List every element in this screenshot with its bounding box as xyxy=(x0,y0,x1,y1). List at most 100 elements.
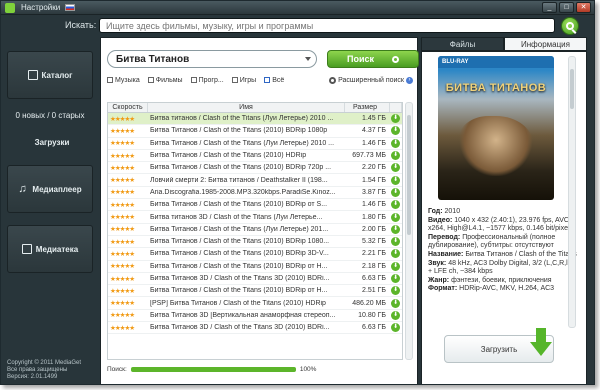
info-key: Жанр: xyxy=(428,276,450,284)
column-name[interactable]: Имя xyxy=(148,103,345,112)
table-row[interactable]: ★★★★★ Битва Титанов / Clash of the Titans… xyxy=(108,285,402,298)
download-row-icon[interactable]: ⬇ xyxy=(391,249,400,259)
speed-rating: ★★★★★ xyxy=(110,164,135,172)
results-scrollbar[interactable] xyxy=(405,102,413,360)
close-button[interactable]: ✕ xyxy=(576,2,591,13)
scrollbar-thumb[interactable] xyxy=(407,115,411,235)
filter-movies[interactable]: Фильмы xyxy=(147,76,183,84)
column-speed[interactable]: Скорость xyxy=(108,103,148,112)
table-row[interactable]: ★★★★★ Битва Титанов 3D / Clash of the Tit… xyxy=(108,322,402,335)
result-name[interactable]: Битва Титанов / Clash of the Titans (201… xyxy=(148,263,345,270)
result-name[interactable]: Битва Титанов 3D / Clash of the Titans 3… xyxy=(148,324,345,331)
table-row[interactable]: ★★★★★ Битва титанов / Clash of the Titans… xyxy=(108,113,402,126)
tab-files[interactable]: Файлы xyxy=(421,37,504,51)
filter-movies-label[interactable]: Фильмы xyxy=(156,77,183,84)
download-row-icon[interactable]: ⬇ xyxy=(391,212,400,222)
speed-rating: ★★★★★ xyxy=(110,263,135,271)
download-row-icon[interactable]: ⬇ xyxy=(391,237,400,247)
download-row-icon[interactable]: ⬇ xyxy=(391,114,400,124)
table-row[interactable]: ★★★★★ Битва Титанов / Clash of the Titans… xyxy=(108,199,402,212)
global-search-input[interactable] xyxy=(99,18,555,33)
download-row-icon[interactable]: ⬇ xyxy=(391,175,400,185)
filter-music-label[interactable]: Музыка xyxy=(115,77,140,84)
column-size[interactable]: Размер xyxy=(345,103,390,112)
download-row-icon[interactable]: ⬇ xyxy=(391,200,400,210)
search-button[interactable]: Поиск xyxy=(327,50,419,68)
table-row[interactable]: ★★★★★ Битва Титанов / Clash of the Titans… xyxy=(108,125,402,138)
tab-information[interactable]: Информация xyxy=(504,37,587,51)
result-name[interactable]: Битва Титанов / Clash of the Titans (201… xyxy=(148,164,345,171)
result-name[interactable]: Битва Титанов / Clash of the Titans (201… xyxy=(148,250,345,257)
sidebar-catalog-button[interactable]: Каталог xyxy=(7,51,93,99)
russian-flag-icon[interactable] xyxy=(65,4,76,11)
query-input[interactable]: Битва Титанов xyxy=(107,50,317,68)
filter-all[interactable]: Всё xyxy=(264,76,284,84)
filter-music[interactable]: Музыка xyxy=(107,76,140,84)
column-action xyxy=(390,103,402,112)
result-name[interactable]: Битва Титанов / Clash of the Titans (201… xyxy=(148,152,345,159)
global-search-button[interactable] xyxy=(561,17,579,35)
download-row-icon[interactable]: ⬇ xyxy=(391,323,400,333)
result-name[interactable]: Битва Титанов 3D / Clash of the Titans 3… xyxy=(148,275,345,282)
table-row[interactable]: ★★★★★ Битва Титанов / Clash of the Titans… xyxy=(108,162,402,175)
minimize-button[interactable]: _ xyxy=(542,2,557,13)
filter-games[interactable]: Игры xyxy=(231,76,257,84)
download-row-icon[interactable]: ⬇ xyxy=(391,163,400,173)
settings-menu[interactable]: Настройки xyxy=(21,3,76,12)
info-key: Звук: xyxy=(428,259,447,267)
filter-games-label[interactable]: Игры xyxy=(240,77,257,84)
table-row[interactable]: ★★★★★ Ловчий смерти 2: Битва титанов / De… xyxy=(108,174,402,187)
result-name[interactable]: Битва Титанов / Clash of the Titans (Луи… xyxy=(148,140,345,147)
dropdown-arrow-icon[interactable] xyxy=(305,57,311,61)
advanced-search-link[interactable]: Расширенный поиск › xyxy=(329,76,413,84)
table-row[interactable]: ★★★★★ Битва Титанов / Clash of the Titans… xyxy=(108,224,402,236)
result-name[interactable]: Битва Титанов / Clash of the Titans (201… xyxy=(148,238,345,245)
query-text[interactable]: Битва Титанов xyxy=(116,54,189,65)
table-row[interactable]: ★★★★★ Битва Титанов / Clash of the Titans… xyxy=(108,261,402,273)
result-name[interactable]: [PSP] Битва Титанов / Clash of the Titan… xyxy=(148,300,345,307)
result-name[interactable]: Aria.Discografia.1985-2008.MP3.320kbps.P… xyxy=(148,189,345,196)
info-value: 48 kHz, AC3 Dolby Digital, 3/2 (L,C,R,l,… xyxy=(428,259,575,276)
info-scrollbar[interactable] xyxy=(568,56,576,328)
table-row[interactable]: ★★★★★ Битва Титанов 3D / Clash of the Tit… xyxy=(108,273,402,286)
advanced-search-label[interactable]: Расширенный поиск xyxy=(338,77,404,84)
download-row-icon[interactable]: ⬇ xyxy=(391,310,400,320)
download-row-icon[interactable]: ⬇ xyxy=(391,151,400,161)
result-name[interactable]: Битва Титанов 3D [Вертикальная анаморфна… xyxy=(148,312,345,319)
filter-all-label[interactable]: Всё xyxy=(272,77,284,84)
filter-programs[interactable]: Прогр... xyxy=(190,76,224,84)
table-row[interactable]: ★★★★★ Битва Титанов 3D [Вертикальная анам… xyxy=(108,310,402,323)
sidebar-medialibrary-button[interactable]: Медиатека xyxy=(7,225,93,273)
table-row[interactable]: ★★★★★ Битва Титанов / Clash of the Titans… xyxy=(108,138,402,150)
download-row-icon[interactable]: ⬇ xyxy=(391,261,400,271)
download-row-icon[interactable]: ⬇ xyxy=(391,224,400,234)
maximize-button[interactable]: □ xyxy=(559,2,574,13)
result-name[interactable]: Ловчий смерти 2: Битва титанов / Deathst… xyxy=(148,177,345,184)
download-row-icon[interactable]: ⬇ xyxy=(391,286,400,296)
settings-label[interactable]: Настройки xyxy=(21,3,60,12)
speed-rating: ★★★★★ xyxy=(110,226,135,234)
table-row[interactable]: ★★★★★ Битва Титанов / Clash of the Titans… xyxy=(108,248,402,261)
result-name[interactable]: Битва Титанов / Clash of the Titans (Луи… xyxy=(148,226,345,233)
result-name[interactable]: Битва Титанов / Clash of the Titans (201… xyxy=(148,127,345,134)
result-name[interactable]: Битва Титанов / Clash of the Titans (201… xyxy=(148,287,345,294)
scrollbar-thumb[interactable] xyxy=(570,69,574,109)
result-name[interactable]: Битва Титанов / Clash of the Titans (201… xyxy=(148,201,345,208)
filter-programs-label[interactable]: Прогр... xyxy=(199,77,224,84)
table-row[interactable]: ★★★★★ Битва Титанов / Clash of the Titans… xyxy=(108,236,402,249)
result-name[interactable]: Битва титанов / Clash of the Titans (Луи… xyxy=(148,115,345,122)
sidebar-mediaplayer-button[interactable]: ♫ Медиаплеер xyxy=(7,165,93,213)
arrow-right-icon[interactable]: › xyxy=(406,76,413,84)
sidebar-downloads-button[interactable]: Загрузки xyxy=(7,127,93,157)
table-row[interactable]: ★★★★★ Aria.Discografia.1985-2008.MP3.320k… xyxy=(108,187,402,200)
download-row-icon[interactable]: ⬇ xyxy=(391,274,400,283)
result-name[interactable]: Битва титанов 3D / Clash of the Titans (… xyxy=(148,214,345,221)
download-row-icon[interactable]: ⬇ xyxy=(391,126,400,136)
download-row-icon[interactable]: ⬇ xyxy=(391,187,400,197)
download-row-icon[interactable]: ⬇ xyxy=(391,138,400,148)
table-row[interactable]: ★★★★★ [PSP] Битва Титанов / Clash of the … xyxy=(108,297,402,310)
download-row-icon[interactable]: ⬇ xyxy=(391,298,400,308)
download-arrow-icon[interactable] xyxy=(530,328,552,358)
table-row[interactable]: ★★★★★ Битва Титанов / Clash of the Titans… xyxy=(108,150,402,163)
table-row[interactable]: ★★★★★ Битва титанов 3D / Clash of the Tit… xyxy=(108,211,402,224)
